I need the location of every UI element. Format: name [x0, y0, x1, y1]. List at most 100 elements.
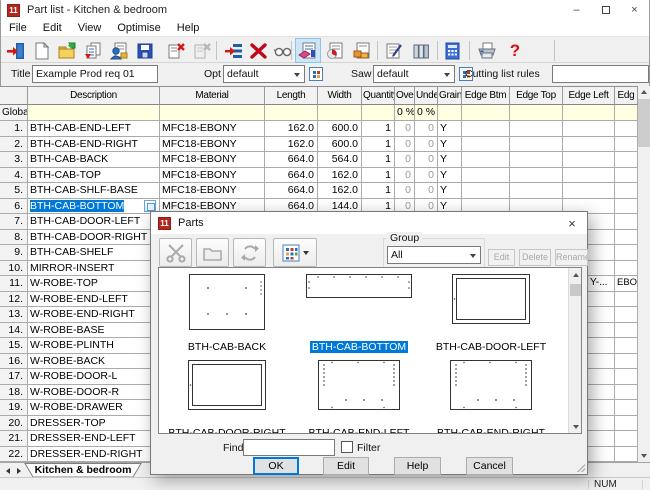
cell-edge-right[interactable] — [615, 152, 638, 168]
cell-over[interactable]: 0 — [395, 152, 415, 168]
refresh-button[interactable] — [233, 238, 266, 267]
global-over[interactable]: 0 % — [395, 105, 415, 121]
cancel-button[interactable]: Cancel — [466, 457, 513, 475]
cell-edge-btm[interactable] — [462, 168, 510, 184]
part-thumbnail[interactable]: BTH-CAB-BACK — [161, 274, 293, 360]
row-number[interactable]: 10. — [0, 261, 28, 277]
cell-material[interactable]: MFC18-EBONY — [160, 168, 265, 184]
insert-row-icon[interactable] — [222, 39, 246, 62]
table-row[interactable]: 1. BTH-CAB-END-LEFT MFC18-EBONY 162.0 60… — [0, 121, 638, 137]
column-header-description[interactable]: Description — [28, 87, 160, 105]
cell-material[interactable]: MFC18-EBONY — [160, 137, 265, 153]
cell-description[interactable]: W-ROBE-PLINTH — [28, 338, 160, 354]
ok-button[interactable]: OK — [253, 457, 299, 475]
cell-edge-right[interactable] — [615, 245, 638, 261]
cut-part-button[interactable] — [159, 238, 192, 267]
cell-over[interactable]: 0 — [395, 121, 415, 137]
cell-description[interactable]: BTH-CAB-SHELF — [28, 245, 160, 261]
cell-under[interactable]: 0 — [415, 121, 438, 137]
browse-part-button[interactable] — [144, 200, 156, 212]
row-number[interactable]: 11. — [0, 276, 28, 292]
cell-description[interactable]: BTH-CAB-BOTTOM — [28, 199, 160, 215]
cell-description[interactable]: W-ROBE-END-LEFT — [28, 292, 160, 308]
copy-part-list-icon[interactable] — [81, 39, 105, 62]
cell-description[interactable]: BTH-CAB-TOP — [28, 168, 160, 184]
cell-width[interactable]: 600.0 — [318, 137, 362, 153]
cell-under[interactable]: 0 — [415, 152, 438, 168]
cell-edge-left[interactable] — [563, 168, 615, 184]
thumbnail-list-scrollbar[interactable] — [568, 268, 581, 433]
cell-material[interactable]: MFC18-EBONY — [160, 183, 265, 199]
cell-description[interactable]: W-ROBE-DOOR-L — [28, 369, 160, 385]
column-header-quantity[interactable]: Quantity — [362, 87, 395, 105]
delete-part-list-icon[interactable] — [164, 39, 188, 62]
cell-description[interactable]: W-ROBE-BASE — [28, 323, 160, 339]
resize-grip[interactable] — [577, 464, 585, 472]
row-number[interactable]: 19. — [0, 400, 28, 416]
cell-edge-btm[interactable] — [462, 137, 510, 153]
cell-description[interactable]: W-ROBE-TOP — [28, 276, 160, 292]
table-row[interactable]: 2. BTH-CAB-END-RIGHT MFC18-EBONY 162.0 6… — [0, 137, 638, 153]
parts-thumbnail-list[interactable]: BTH-CAB-BACK BTH-CAB-BOTTOM — [158, 267, 582, 434]
cell-over[interactable]: 0 — [395, 183, 415, 199]
cell-under[interactable]: 0 — [415, 168, 438, 184]
cell-edge-right[interactable] — [615, 230, 638, 246]
cell-grain[interactable]: Y — [438, 137, 462, 153]
cell-edge-right[interactable] — [615, 183, 638, 199]
cell-under[interactable]: 0 — [415, 183, 438, 199]
column-header-edge-top[interactable]: Edge Top — [510, 87, 563, 105]
delete-all-lists-icon[interactable] — [190, 39, 214, 62]
maximize-button[interactable] — [591, 0, 620, 20]
row-number[interactable]: 13. — [0, 307, 28, 323]
cell-edge-right[interactable] — [615, 168, 638, 184]
part-thumbnail-label[interactable]: BTH-CAB-END-LEFT — [307, 427, 412, 434]
cell-width[interactable]: 162.0 — [318, 168, 362, 184]
cell-quantity[interactable]: 1 — [362, 183, 395, 199]
scroll-down-icon[interactable] — [638, 450, 650, 462]
cell-edge-right[interactable] — [615, 338, 638, 354]
view-mode-button[interactable] — [273, 238, 317, 267]
menu-file[interactable]: File — [1, 20, 35, 36]
part-thumbnail-label[interactable]: BTH-CAB-DOOR-LEFT — [434, 341, 548, 353]
tab-scroll-right-icon[interactable] — [13, 465, 24, 476]
cutting-list-rules-input[interactable] — [552, 65, 649, 83]
part-thumbnail[interactable]: BTH-CAB-DOOR-RIGHT — [161, 360, 293, 434]
part-thumbnail[interactable]: BTH-CAB-END-LEFT — [293, 360, 425, 434]
cell-description[interactable]: W-ROBE-DOOR-R — [28, 385, 160, 401]
product-list-icon[interactable] — [350, 39, 374, 62]
column-header-length[interactable]: Length — [265, 87, 318, 105]
filter-checkbox[interactable] — [341, 441, 353, 453]
row-number[interactable]: 4. — [0, 168, 28, 184]
cell-edge-right[interactable] — [615, 354, 638, 370]
cell-description[interactable]: BTH-CAB-BACK — [28, 152, 160, 168]
row-number[interactable]: 14. — [0, 323, 28, 339]
row-number[interactable]: 16. — [0, 354, 28, 370]
help-button[interactable]: Help — [394, 457, 441, 475]
cell-under[interactable]: 0 — [415, 137, 438, 153]
row-number[interactable]: 6. — [0, 199, 28, 215]
part-thumbnail-label[interactable]: BTH-CAB-END-RIGHT — [435, 427, 547, 434]
row-number[interactable]: 7. — [0, 214, 28, 230]
cell-quantity[interactable]: 1 — [362, 137, 395, 153]
cell-edge-right[interactable] — [615, 431, 638, 447]
customer-part-list-icon[interactable] — [107, 39, 131, 62]
board-list-icon[interactable] — [323, 39, 347, 62]
part-thumbnail[interactable]: BTH-CAB-END-RIGHT — [425, 360, 557, 434]
cell-over[interactable]: 0 — [395, 137, 415, 153]
cell-edge-right[interactable] — [615, 137, 638, 153]
row-number[interactable]: 5. — [0, 183, 28, 199]
cell-edge-right[interactable] — [615, 447, 638, 463]
title-input[interactable] — [32, 65, 158, 83]
boards-icon[interactable] — [409, 39, 433, 62]
cell-edge-right[interactable] — [615, 261, 638, 277]
row-number[interactable]: 12. — [0, 292, 28, 308]
cell-edge-right[interactable] — [615, 369, 638, 385]
row-number[interactable]: 9. — [0, 245, 28, 261]
cell-description[interactable]: DRESSER-END-RIGHT — [28, 447, 160, 463]
cell-edge-right[interactable] — [615, 199, 638, 215]
save-icon[interactable] — [133, 39, 157, 62]
cell-edge-top[interactable] — [510, 168, 563, 184]
opt-combo[interactable]: default — [223, 65, 305, 83]
cell-edge-left[interactable] — [563, 152, 615, 168]
edit-button[interactable]: Edit — [323, 457, 369, 475]
